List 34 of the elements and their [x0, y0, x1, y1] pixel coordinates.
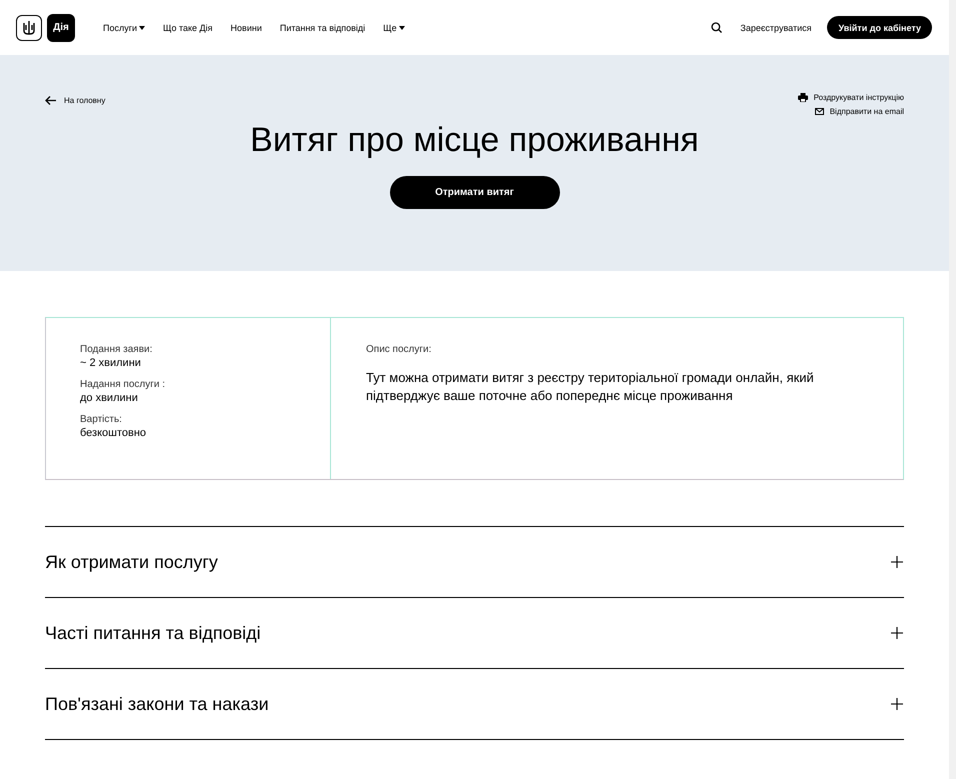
page-title: Витяг про місце проживання: [249, 120, 700, 160]
fact-value: безкоштовно: [80, 427, 148, 439]
login-button[interactable]: Увійти до кабінету: [827, 16, 932, 39]
description-text: Тут можна отримати витяг з реєстру територіальної громади онлайн, який підтверджує ваше поточне або попереднє місце проживання: [366, 369, 815, 405]
emblem-logo[interactable]: [16, 14, 42, 40]
envelope-icon: [814, 108, 824, 115]
plus-icon[interactable]: [890, 555, 904, 569]
back-link[interactable]: На головну: [45, 93, 106, 107]
fact-label: Надання послуги :: [80, 379, 166, 390]
print-link[interactable]: Роздрукувати інструкцію: [798, 93, 904, 102]
arrow-left-icon: [45, 96, 56, 104]
description-label: Опис послуги:: [366, 344, 432, 355]
nav-link[interactable]: Питання та відповіді: [280, 22, 366, 32]
accordion-title: Як отримати послугу: [45, 552, 218, 572]
caret-icon: [139, 26, 146, 30]
get-extract-button[interactable]: Отримати витяг: [390, 176, 560, 209]
accordion-title: Пов'язані закони та накази: [45, 694, 269, 714]
plus-icon[interactable]: [890, 697, 904, 711]
fact-label: Подання заяви:: [80, 344, 154, 355]
plus-icon[interactable]: [890, 626, 904, 640]
caret-icon: [398, 26, 405, 30]
fact-value: до хвилини: [80, 392, 139, 404]
accordion-title: Часті питання та відповіді: [45, 622, 261, 644]
search-icon[interactable]: [711, 22, 722, 33]
fact-label: Вартість:: [80, 414, 123, 425]
email-link[interactable]: Відправити на email: [814, 107, 904, 116]
nav-link[interactable]: Послуги: [103, 22, 146, 32]
diia-logo[interactable]: Дія: [47, 14, 75, 42]
fact-value: ~ 2 хвилини: [80, 357, 142, 369]
printer-icon: [798, 93, 808, 102]
nav-link[interactable]: Ще: [383, 22, 405, 32]
register-link[interactable]: Зареєструватися: [740, 22, 812, 32]
nav-link[interactable]: Новини: [230, 22, 262, 32]
nav-link[interactable]: Що таке Дія: [163, 22, 213, 32]
